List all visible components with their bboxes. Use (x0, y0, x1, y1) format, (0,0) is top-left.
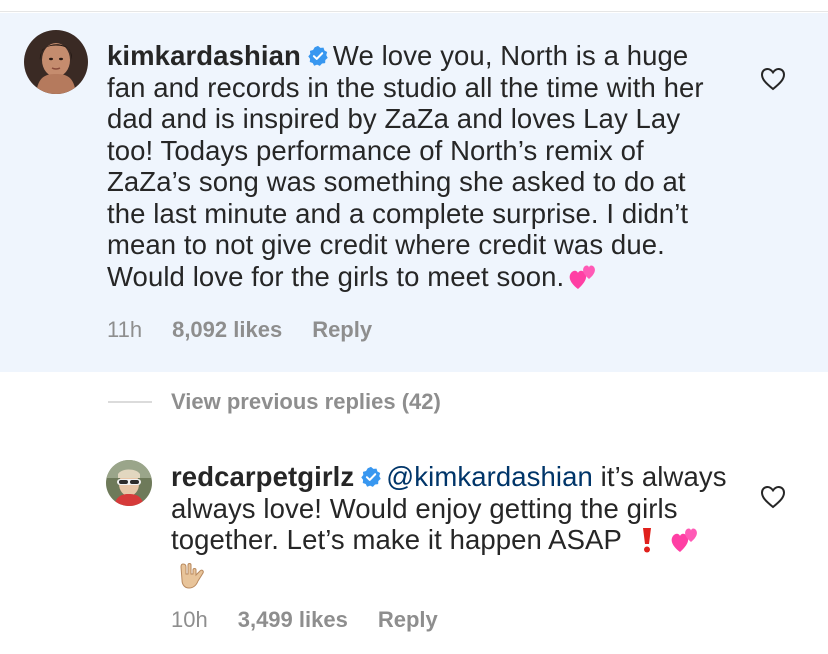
mention-link[interactable]: @kimkardashian (386, 461, 593, 492)
avatar-photo-icon (106, 460, 152, 506)
avatar[interactable] (106, 460, 152, 506)
two-hearts-emoji-icon (670, 526, 700, 561)
reply-button[interactable]: Reply (312, 317, 372, 342)
avatar-photo-icon (24, 30, 88, 94)
verified-badge-icon (308, 45, 328, 66)
comment-time: 10h (171, 607, 208, 632)
comment-meta: 11h 8,092 likes Reply (107, 317, 402, 343)
comment-text: We love you, North is a huge fan and rec… (107, 40, 704, 292)
likes-count[interactable]: 8,092 likes (172, 317, 282, 342)
like-heart-icon[interactable] (760, 485, 786, 509)
comment-body: kimkardashian We love you, North is a hug… (107, 40, 727, 297)
comment-time: 11h (107, 317, 143, 342)
likes-count[interactable]: 3,499 likes (238, 607, 348, 632)
comment-username[interactable]: redcarpetgirlz (171, 461, 354, 492)
comment-meta: 10h 3,499 likes Reply (171, 607, 468, 633)
two-hearts-emoji-icon (568, 263, 598, 298)
view-previous-replies-button[interactable]: View previous replies (42) (171, 389, 441, 415)
replies-divider-line (108, 401, 152, 403)
reply-button[interactable]: Reply (378, 607, 438, 632)
verified-badge-icon (361, 466, 381, 487)
exclamation-emoji-icon (640, 526, 654, 561)
like-heart-icon[interactable] (760, 67, 786, 91)
love-you-gesture-emoji-icon (177, 561, 207, 598)
comment-username[interactable]: kimkardashian (107, 40, 301, 71)
top-divider (0, 0, 828, 12)
avatar[interactable] (24, 30, 88, 94)
comment-body: redcarpetgirlz @kimkardashian it’s always… (171, 461, 731, 597)
